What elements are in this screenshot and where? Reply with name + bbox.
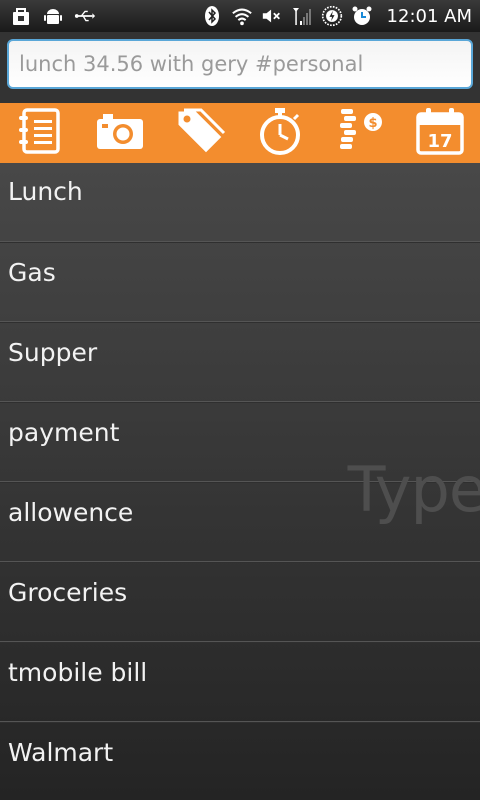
list-item[interactable]: Lunch <box>0 163 480 243</box>
list-item[interactable]: Supper <box>0 323 480 403</box>
status-right-icons: 12:01 AM <box>201 0 472 32</box>
list-item[interactable]: Groceries <box>0 563 480 643</box>
status-bar: 12:01 AM <box>0 0 480 32</box>
app-screen: 12:01 AM lunch 34.56 with gery #personal… <box>0 0 480 800</box>
notebook-icon <box>16 106 64 160</box>
calendar-icon: 17 <box>415 106 465 160</box>
camera-button[interactable] <box>90 105 150 161</box>
battery-charging-icon <box>321 5 343 27</box>
alarm-icon <box>351 5 373 27</box>
list-item[interactable]: Walmart <box>0 723 480 800</box>
status-left-icons <box>0 5 96 27</box>
usb-icon <box>74 5 96 27</box>
bluetooth-icon <box>201 5 223 27</box>
category-toolbar: $ 17 <box>0 103 480 163</box>
description-list: Lunch Gas Supper payment allowence Groce… <box>0 163 480 800</box>
bag-icon <box>10 5 32 27</box>
list-item-label: tmobile bill <box>8 658 148 687</box>
status-time: 12:01 AM <box>386 5 472 27</box>
calendar-button[interactable]: 17 <box>410 105 470 161</box>
list-item[interactable]: Gas <box>0 243 480 323</box>
stopwatch-button[interactable] <box>250 105 310 161</box>
list-item-label: payment <box>8 418 120 447</box>
signal-icon <box>291 5 313 27</box>
entry-area <box>0 32 480 103</box>
list-item-label: Lunch <box>8 177 83 206</box>
coins-button[interactable]: $ <box>330 105 390 161</box>
list-item[interactable]: allowence <box>0 483 480 563</box>
coin-symbol: $ <box>368 116 377 131</box>
list-item-label: Gas <box>8 258 56 287</box>
expense-entry-input[interactable] <box>7 39 473 89</box>
camera-icon <box>95 111 145 155</box>
list-item-label: Walmart <box>8 738 114 767</box>
wifi-icon <box>231 5 253 27</box>
list-item-label: Groceries <box>8 578 128 607</box>
android-icon <box>42 5 64 27</box>
list-item-label: Supper <box>8 338 98 367</box>
calendar-day: 17 <box>427 131 452 152</box>
list-item[interactable]: tmobile bill <box>0 643 480 723</box>
stopwatch-icon <box>258 106 302 160</box>
coins-icon: $ <box>335 106 385 160</box>
list-item[interactable]: payment <box>0 403 480 483</box>
list-item-label: allowence <box>8 498 134 527</box>
tag-icon <box>174 107 226 159</box>
tag-button[interactable] <box>170 105 230 161</box>
mute-icon <box>261 5 283 27</box>
notebook-button[interactable] <box>10 105 70 161</box>
